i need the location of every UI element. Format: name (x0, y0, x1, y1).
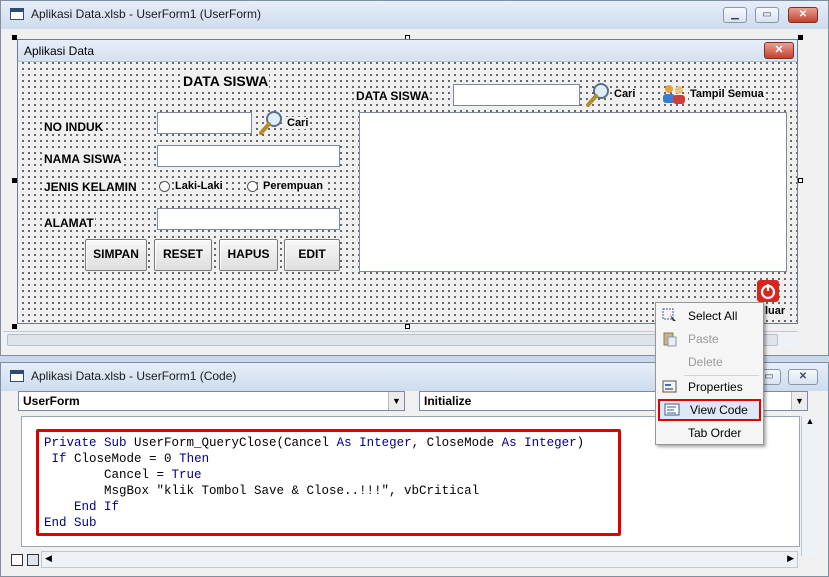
scroll-right-arrow[interactable]: ▶ (787, 553, 794, 564)
menu-item-label: Tab Order (688, 426, 742, 440)
search-cari-label: Cari (613, 88, 637, 100)
minimize-button[interactable]: ▁ (723, 7, 747, 23)
highlight-box (36, 429, 621, 536)
resize-handle[interactable] (405, 324, 410, 329)
designer-title: Aplikasi Data.xlsb - UserForm1 (UserForm… (31, 7, 262, 21)
select-all-icon (662, 308, 676, 323)
module-view-icon[interactable] (27, 554, 39, 566)
menu-item-paste[interactable]: Paste (658, 328, 761, 350)
menu-item-label: Paste (688, 332, 719, 346)
object-dropdown[interactable]: UserForm ▼ (18, 391, 405, 411)
reset-button[interactable]: RESET (154, 239, 212, 271)
menu-item-label: View Code (690, 403, 748, 417)
tampil-semua-label: Tampil Semua (689, 88, 765, 100)
nama-siswa-input[interactable] (157, 145, 340, 167)
menu-item-label: Properties (688, 380, 743, 394)
alamat-input[interactable] (157, 208, 340, 230)
object-dropdown-value: UserForm (23, 394, 80, 408)
menu-item-select-all[interactable]: Select All (658, 305, 761, 327)
menu-item-properties[interactable]: Properties (658, 376, 761, 398)
designer-titlebar: Aplikasi Data.xlsb - UserForm1 (UserForm… (1, 1, 828, 29)
procedure-dropdown-value: Initialize (424, 394, 472, 408)
paste-icon (663, 332, 677, 347)
label-no-induk: NO INDUK (43, 120, 105, 134)
procedure-view-icon[interactable] (11, 554, 23, 566)
userform-canvas[interactable]: Aplikasi Data ✕ DATA SISWA NO INDUK Cari… (17, 39, 798, 324)
view-code-icon (664, 403, 680, 416)
code-hscrollbar[interactable]: ◀ ▶ (41, 551, 798, 568)
label-jenis-kelamin: JENIS KELAMIN (43, 180, 138, 194)
resize-handle[interactable] (12, 324, 17, 329)
chevron-down-icon[interactable]: ▼ (791, 392, 807, 410)
code-module-icon (10, 370, 24, 382)
scroll-left-arrow[interactable]: ◀ (45, 553, 52, 564)
data-listbox[interactable] (359, 112, 787, 272)
chevron-down-icon[interactable]: ▼ (388, 392, 404, 410)
search-icon[interactable] (585, 82, 611, 108)
context-menu: Select All Paste Delete Properties View … (655, 302, 764, 445)
radio-laki-laki[interactable] (159, 181, 170, 192)
users-icon[interactable] (661, 83, 687, 105)
cari-label: Cari (286, 117, 310, 129)
menu-item-label: Select All (688, 309, 738, 323)
userform-icon (10, 8, 24, 20)
code-vscrollbar[interactable]: ▲ (801, 416, 818, 556)
label-nama-siswa: NAMA SISWA (43, 152, 123, 166)
properties-icon (662, 380, 677, 393)
form-caption: Aplikasi Data (24, 44, 95, 58)
code-window-title: Aplikasi Data.xlsb - UserForm1 (Code) (31, 369, 237, 383)
no-induk-input[interactable] (157, 112, 252, 134)
radio-perempuan-label: Perempuan (262, 180, 324, 192)
menu-item-delete[interactable]: Delete (658, 351, 761, 373)
label-alamat: ALAMAT (43, 216, 95, 230)
keluar-label: luar (764, 305, 787, 317)
hapus-button[interactable]: HAPUS (219, 239, 278, 271)
search-label: DATA SISWA (355, 89, 431, 103)
resize-handle[interactable] (798, 178, 803, 183)
resize-handle[interactable] (798, 35, 803, 40)
maximize-button[interactable]: ▭ (755, 7, 779, 23)
edit-button[interactable]: EDIT (284, 239, 340, 271)
radio-perempuan[interactable] (247, 181, 258, 192)
menu-item-tab-order[interactable]: Tab Order (658, 422, 761, 444)
form-close-button[interactable]: ✕ (764, 42, 794, 59)
close-button[interactable]: ✕ (788, 7, 818, 23)
form-titlebar: Aplikasi Data ✕ (18, 40, 797, 62)
menu-item-label: Delete (688, 355, 723, 369)
close-button[interactable]: ✕ (788, 369, 818, 385)
scroll-up-arrow[interactable]: ▲ (802, 416, 818, 426)
radio-laki-laki-label: Laki-Laki (174, 180, 224, 192)
search-input[interactable] (453, 84, 580, 106)
power-icon[interactable] (757, 280, 779, 302)
form-heading: DATA SISWA (182, 73, 270, 89)
search-icon[interactable] (258, 110, 284, 136)
simpan-button[interactable]: SIMPAN (85, 239, 147, 271)
menu-item-view-code[interactable]: View Code (658, 399, 761, 421)
